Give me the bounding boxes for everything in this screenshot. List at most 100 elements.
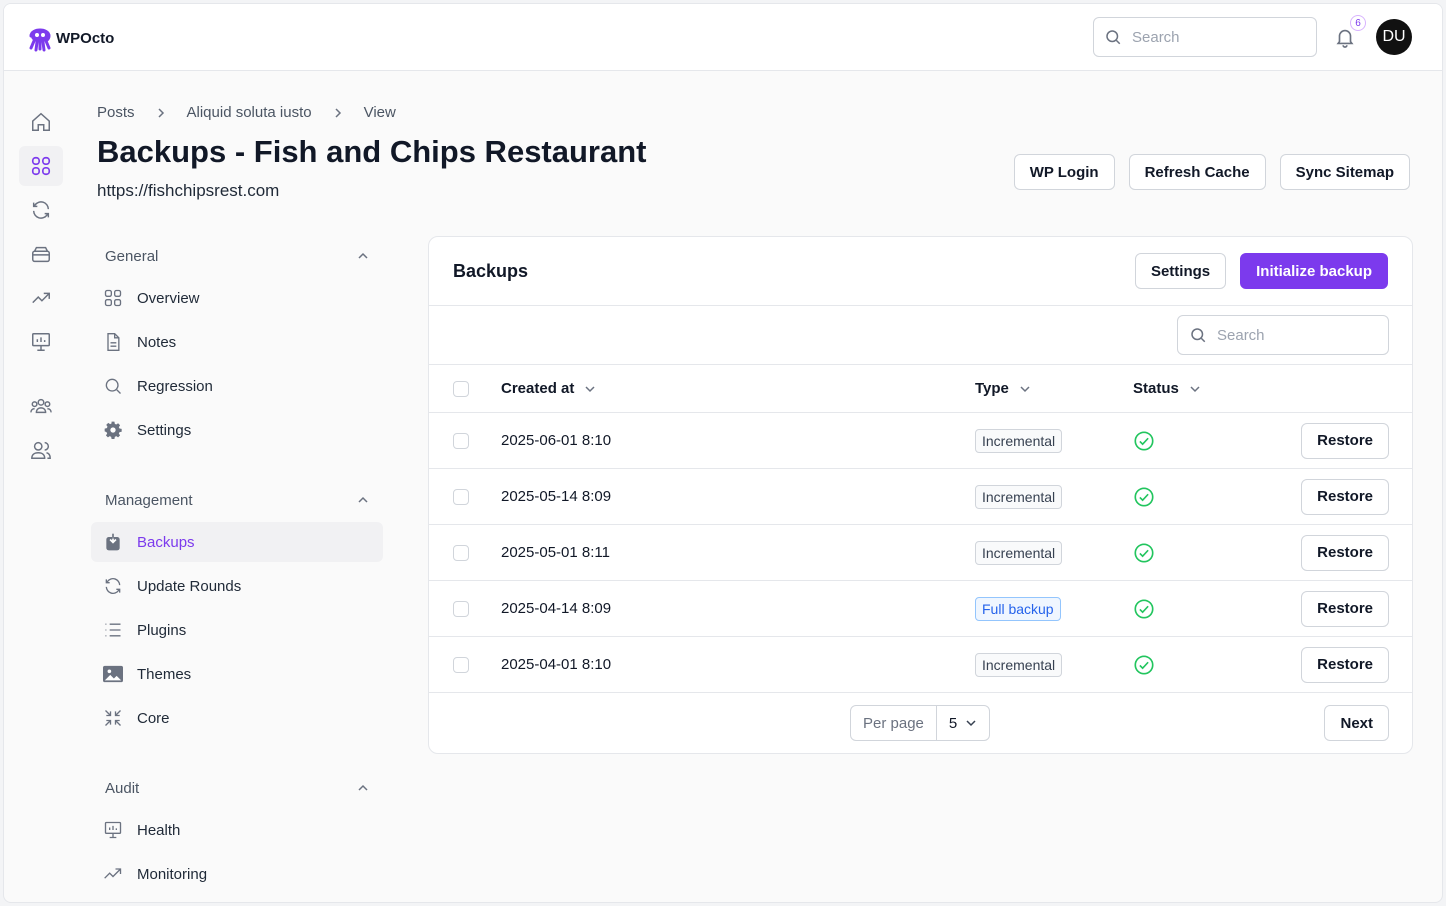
nav-item-monitoring[interactable]: Monitoring bbox=[91, 854, 383, 894]
users-icon bbox=[31, 441, 51, 459]
rail-reports[interactable] bbox=[19, 322, 63, 362]
column-label: Created at bbox=[501, 380, 575, 397]
table-row: 2025-04-01 8:10 Incremental Restore bbox=[429, 637, 1412, 693]
logo[interactable]: WPOcto bbox=[27, 24, 114, 52]
type-badge: Incremental bbox=[975, 484, 1063, 509]
type-badge: Full backup bbox=[975, 596, 1061, 621]
nav-group-label: Management bbox=[105, 491, 193, 509]
rail-trends[interactable] bbox=[19, 278, 63, 318]
nav-item-update-rounds[interactable]: Update Rounds bbox=[91, 566, 383, 606]
table-row: 2025-06-01 8:10 Incremental Restore bbox=[429, 413, 1412, 469]
column-label: Type bbox=[975, 380, 1009, 397]
home-icon bbox=[32, 112, 50, 131]
notification-badge: 6 bbox=[1350, 15, 1366, 31]
nav-group-audit[interactable]: Audit bbox=[91, 766, 383, 810]
row-checkbox[interactable] bbox=[453, 432, 469, 449]
presentation-icon bbox=[104, 821, 122, 839]
sync-sitemap-button[interactable]: Sync Sitemap bbox=[1279, 154, 1410, 190]
column-type[interactable]: Type bbox=[975, 380, 1031, 397]
nav-item-settings[interactable]: Settings bbox=[91, 410, 383, 450]
chevron-up-icon bbox=[358, 784, 368, 791]
table-search-input[interactable] bbox=[1217, 326, 1377, 344]
page-title: Backups - Fish and Chips Restaurant bbox=[97, 134, 647, 169]
nav-item-notes[interactable]: Notes bbox=[91, 322, 383, 362]
site-subnav: General Overview Notes Regression Settin… bbox=[91, 234, 383, 898]
select-all-checkbox[interactable] bbox=[453, 380, 469, 397]
nav-item-themes[interactable]: Themes bbox=[91, 654, 383, 694]
row-checkbox[interactable] bbox=[453, 488, 469, 505]
table-search[interactable] bbox=[1177, 315, 1389, 355]
backup-settings-button[interactable]: Settings bbox=[1134, 253, 1227, 289]
search-icon bbox=[1191, 328, 1206, 343]
cell-created-at: 2025-05-14 8:09 bbox=[501, 488, 612, 505]
restore-button[interactable]: Restore bbox=[1301, 422, 1389, 459]
table-toolbar bbox=[429, 306, 1412, 365]
rail-storage[interactable] bbox=[19, 234, 63, 274]
nav-item-label: Core bbox=[137, 709, 170, 727]
next-page-button[interactable]: Next bbox=[1324, 705, 1389, 741]
logo-text: WPOcto bbox=[56, 29, 115, 47]
avatar[interactable]: DU bbox=[1376, 19, 1412, 55]
team-icon bbox=[30, 398, 52, 414]
nav-item-health[interactable]: Health bbox=[91, 810, 383, 850]
nav-item-overview[interactable]: Overview bbox=[91, 278, 383, 318]
list-icon bbox=[105, 623, 121, 637]
chevron-right-icon bbox=[335, 107, 341, 118]
nav-item-regression[interactable]: Regression bbox=[91, 366, 383, 406]
breadcrumb-post[interactable]: Aliquid soluta iusto bbox=[187, 104, 312, 121]
rail-updates[interactable] bbox=[19, 190, 63, 230]
nav-item-label: Backups bbox=[137, 533, 195, 551]
breadcrumb-view: View bbox=[363, 104, 396, 121]
nav-item-label: Health bbox=[137, 821, 181, 839]
rail-teams[interactable] bbox=[19, 386, 63, 426]
check-circle-icon bbox=[1134, 486, 1154, 507]
chevron-down-icon bbox=[966, 720, 976, 727]
row-checkbox[interactable] bbox=[453, 544, 469, 561]
restore-button[interactable]: Restore bbox=[1301, 534, 1389, 571]
rail-sites[interactable] bbox=[19, 146, 63, 186]
nav-item-label: Update Rounds bbox=[137, 577, 242, 595]
chevron-down-icon bbox=[1020, 385, 1030, 392]
table-row: 2025-05-14 8:09 Incremental Restore bbox=[429, 469, 1412, 525]
cell-created-at: 2025-05-01 8:11 bbox=[501, 544, 610, 561]
nav-item-plugins[interactable]: Plugins bbox=[91, 610, 383, 650]
breadcrumb-posts[interactable]: Posts bbox=[97, 104, 135, 121]
chevron-up-icon bbox=[358, 252, 368, 259]
row-checkbox[interactable] bbox=[453, 600, 469, 617]
initialize-backup-button[interactable]: Initialize backup bbox=[1240, 253, 1388, 289]
nav-group-general[interactable]: General bbox=[91, 234, 383, 278]
per-page-select[interactable]: Per page 5 bbox=[850, 705, 991, 741]
cell-created-at: 2025-06-01 8:10 bbox=[501, 432, 612, 449]
column-created-at[interactable]: Created at bbox=[501, 380, 596, 397]
restore-button[interactable]: Restore bbox=[1301, 646, 1389, 683]
nav-item-backups[interactable]: Backups bbox=[91, 522, 383, 562]
nav-item-core[interactable]: Core bbox=[91, 698, 383, 738]
icon-rail bbox=[19, 102, 63, 474]
refresh-cache-button[interactable]: Refresh Cache bbox=[1128, 154, 1266, 190]
column-status[interactable]: Status bbox=[1133, 380, 1201, 397]
top-search[interactable] bbox=[1093, 17, 1317, 57]
restore-button[interactable]: Restore bbox=[1301, 478, 1389, 515]
wp-login-button[interactable]: WP Login bbox=[1013, 154, 1115, 190]
restore-button[interactable]: Restore bbox=[1301, 590, 1389, 627]
trending-up-icon bbox=[32, 292, 50, 304]
type-badge: Incremental bbox=[975, 652, 1063, 677]
table-header: Created at Type Status bbox=[429, 365, 1412, 413]
search-icon bbox=[105, 378, 121, 394]
presentation-icon bbox=[32, 333, 50, 351]
nav-group-label: General bbox=[105, 247, 159, 265]
nav-item-label: Overview bbox=[137, 289, 200, 307]
grid-icon bbox=[31, 156, 51, 176]
nav-item-label: Regression bbox=[137, 377, 213, 395]
card-header: Backups Settings Initialize backup bbox=[429, 237, 1412, 306]
refresh-icon bbox=[32, 201, 50, 219]
rail-home[interactable] bbox=[19, 102, 63, 142]
top-search-input[interactable] bbox=[1132, 28, 1302, 46]
row-checkbox[interactable] bbox=[453, 656, 469, 673]
search-icon bbox=[1106, 30, 1121, 45]
rail-users[interactable] bbox=[19, 430, 63, 470]
nav-group-management[interactable]: Management bbox=[91, 478, 383, 522]
site-url: https://fishchipsrest.com bbox=[97, 181, 280, 200]
archive-icon bbox=[32, 246, 50, 263]
chevron-down-icon bbox=[1190, 385, 1200, 392]
